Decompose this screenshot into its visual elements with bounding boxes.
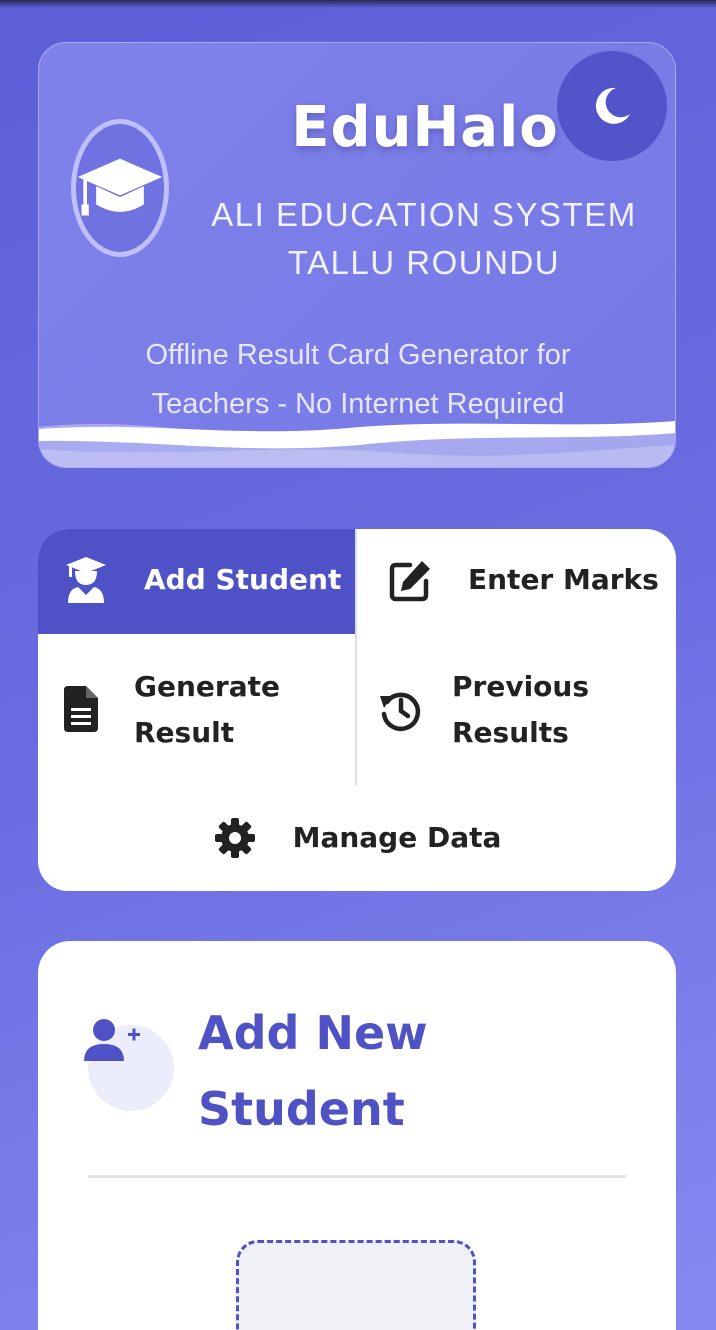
add-student-form: Add New Student xyxy=(38,941,676,1330)
menu-label-manage-data: Manage Data xyxy=(292,820,502,854)
menu-item-generate-result[interactable]: Generate Result xyxy=(38,634,355,784)
menu-label-add-student: Add Student xyxy=(144,563,342,596)
menu-label-generate-result: Generate Result xyxy=(134,664,280,756)
school-name-line2: TALLU ROUNDU xyxy=(287,244,561,281)
photo-upload-box[interactable] xyxy=(236,1240,476,1330)
header-wave xyxy=(39,421,675,467)
navigation-menu: Add Student Enter Marks Generate Result xyxy=(38,529,676,891)
menu-label-previous-line2: Results xyxy=(452,716,569,749)
menu-label-generate-line2: Result xyxy=(134,716,235,749)
moon-icon xyxy=(595,87,630,124)
menu-divider xyxy=(355,529,357,785)
menu-item-add-student[interactable]: Add Student xyxy=(38,529,355,634)
menu-item-enter-marks[interactable]: Enter Marks xyxy=(356,529,676,634)
form-divider xyxy=(88,1175,626,1178)
add-user-icon xyxy=(84,1019,140,1061)
school-name: ALI EDUCATION SYSTEM TALLU ROUNDU xyxy=(189,191,659,287)
gear-icon xyxy=(213,816,257,860)
menu-label-previous-results: Previous Results xyxy=(452,664,589,756)
tagline-line1: Offline Result Card Generator for xyxy=(145,339,571,371)
edit-icon xyxy=(388,559,432,603)
student-icon xyxy=(64,555,108,605)
school-name-line1: ALI EDUCATION SYSTEM xyxy=(211,196,637,233)
header-card: EduHalo ALI EDUCATION SYSTEM TALLU ROUND… xyxy=(38,42,676,468)
logo xyxy=(71,119,169,257)
menu-label-enter-marks: Enter Marks xyxy=(468,563,659,596)
document-icon xyxy=(64,686,98,732)
theme-toggle-button[interactable] xyxy=(557,51,667,161)
menu-item-previous-results[interactable]: Previous Results xyxy=(356,634,676,784)
menu-label-generate-line1: Generate xyxy=(134,670,280,703)
form-title: Add New Student xyxy=(198,995,518,1147)
tagline: Offline Result Card Generator for Teache… xyxy=(69,331,647,429)
history-icon xyxy=(378,688,422,732)
app-title: EduHalo xyxy=(291,95,559,160)
menu-item-manage-data[interactable]: Manage Data xyxy=(38,784,676,891)
menu-label-previous-line1: Previous xyxy=(452,670,590,703)
form-title-line2: Student xyxy=(198,1082,405,1136)
form-title-line1: Add New xyxy=(198,1006,428,1060)
graduation-cap-icon xyxy=(77,158,163,216)
status-bar-shadow xyxy=(0,0,716,8)
